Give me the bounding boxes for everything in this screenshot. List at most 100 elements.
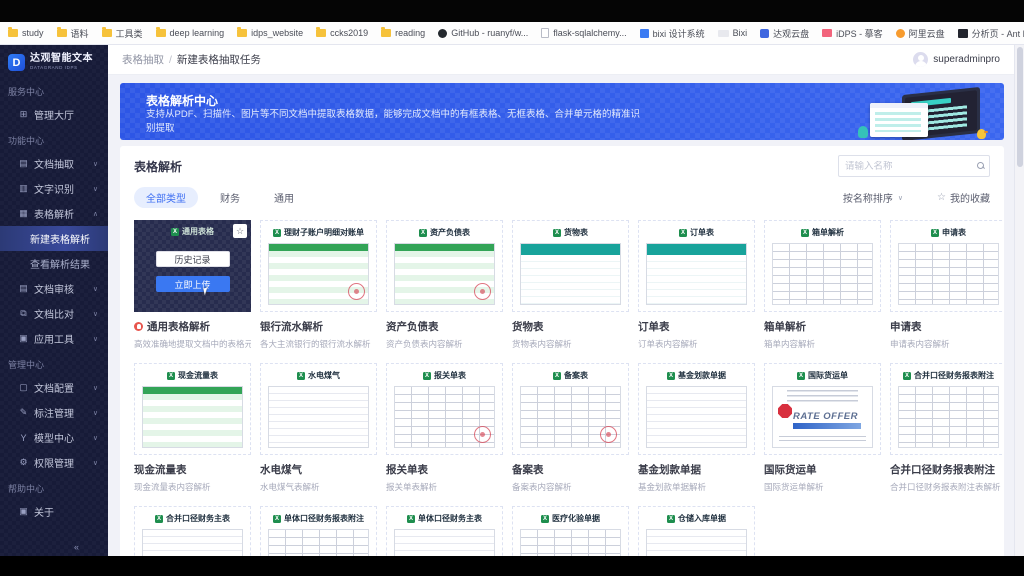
- bookmark-item[interactable]: 达观云盘: [760, 27, 809, 40]
- bookmark-item[interactable]: 工具类: [102, 27, 143, 40]
- thumbnail-header: X箱单解析: [801, 227, 844, 238]
- card-name: 订单表: [638, 319, 670, 334]
- mini-table: [646, 529, 747, 556]
- bookmark-item[interactable]: 语料: [57, 27, 89, 40]
- bookmark-item[interactable]: ccks2019: [316, 28, 368, 38]
- search-icon[interactable]: [977, 162, 985, 170]
- table-header-band: [521, 244, 620, 255]
- table-header-band: [647, 244, 746, 255]
- filter-pill-全部类型[interactable]: 全部类型: [134, 187, 198, 208]
- bookmark-item[interactable]: reading: [381, 28, 425, 38]
- template-card[interactable]: X单体口径财务主表: [386, 506, 503, 556]
- excel-icon: X: [903, 372, 911, 380]
- thumbnail-title: 单体口径财务报表附注: [284, 513, 364, 524]
- template-card[interactable]: X订单表订单表订单表内容解析: [638, 220, 755, 350]
- sidebar-item-文字识别[interactable]: ▥文字识别∨: [0, 176, 108, 201]
- card-thumbnail: X报关单表: [386, 363, 503, 455]
- excel-icon: X: [553, 229, 561, 237]
- sidebar-item-文档抽取[interactable]: ▤文档抽取∨: [0, 151, 108, 176]
- template-card[interactable]: X医疗化验单据: [512, 506, 629, 556]
- thumbnail-header: X合并口径财务主表: [155, 513, 230, 524]
- sidebar-item-关于[interactable]: ▣关于: [0, 499, 108, 524]
- template-card[interactable]: X备案表备案表备案表内容解析: [512, 363, 629, 493]
- annotate-icon: ✎: [18, 407, 29, 418]
- chevron-down-icon: ∨: [93, 434, 102, 442]
- card-thumbnail: X单体口径财务报表附注: [260, 506, 377, 556]
- sidebar-item-label: 文档抽取: [34, 156, 88, 171]
- template-card[interactable]: X合并口径财务报表附注合并口径财务报表附注合并口径财务报表附注表解析: [890, 363, 1004, 493]
- bookmark-item[interactable]: flask-sqlalchemy...: [541, 28, 626, 38]
- blue2-icon: [760, 29, 769, 38]
- bookmark-item[interactable]: deep learning: [156, 28, 225, 38]
- breadcrumb-parent[interactable]: 表格抽取: [122, 52, 164, 67]
- sidebar-item-模型中心[interactable]: Y模型中心∨: [0, 425, 108, 450]
- bookmark-item[interactable]: GitHub - ruanyf/w...: [438, 28, 528, 38]
- chevron-down-icon: ∨: [93, 459, 102, 467]
- template-card[interactable]: X现金流量表现金流量表现金流量表内容解析: [134, 363, 251, 493]
- template-card[interactable]: X水电煤气水电煤气水电煤气表解析: [260, 363, 377, 493]
- template-card[interactable]: X货物表货物表货物表内容解析: [512, 220, 629, 350]
- bookmark-item[interactable]: idps_website: [237, 28, 303, 38]
- sidebar-item-管理大厅[interactable]: ⊞管理大厅: [0, 102, 108, 127]
- favorite-star-button[interactable]: ☆: [233, 224, 247, 238]
- upload-button[interactable]: 立即上传: [156, 276, 230, 292]
- chevron-down-icon: ∨: [93, 285, 102, 293]
- thumbnail-header: X理财子账户明细对账单: [273, 227, 364, 238]
- template-card[interactable]: X基金划款单据基金划款单据基金划款单据解析: [638, 363, 755, 493]
- thumbnail-header: X水电煤气: [297, 370, 340, 381]
- sort-dropdown[interactable]: 按名称排序 ∨: [843, 190, 903, 205]
- template-card[interactable]: X仓储入库单据: [638, 506, 755, 556]
- bookmark-item[interactable]: 分析页 - Ant Desig...: [958, 27, 1024, 40]
- template-card[interactable]: X理财子账户明细对账单银行流水解析各大主流银行的银行流水解析: [260, 220, 377, 350]
- history-button[interactable]: 历史记录: [156, 251, 230, 267]
- sidebar-section-label: 管理中心: [0, 351, 108, 375]
- card-thumbnail: X医疗化验单据: [512, 506, 629, 556]
- table-rows: [647, 387, 746, 447]
- favorites-toggle[interactable]: ☆ 我的收藏: [937, 190, 990, 205]
- sidebar-item-权限管理[interactable]: ⚙权限管理∨: [0, 450, 108, 475]
- red-stamp-icon: [600, 426, 617, 443]
- thumbnail-title: 备案表: [564, 370, 588, 381]
- filter-pill-财务[interactable]: 财务: [208, 187, 252, 208]
- template-card[interactable]: X箱单解析箱单解析箱单内容解析: [764, 220, 881, 350]
- template-card[interactable]: X合并口径财务主表: [134, 506, 251, 556]
- bookmark-item[interactable]: study: [8, 28, 44, 38]
- sidebar-item-文档审核[interactable]: ▤文档审核∨: [0, 276, 108, 301]
- content-header: 表格抽取 / 新建表格抽取任务 superadminpro: [108, 45, 1014, 75]
- filter-pill-通用[interactable]: 通用: [262, 187, 306, 208]
- card-name: 货物表: [512, 319, 544, 334]
- sidebar-subitem-查看解析结果[interactable]: 查看解析结果: [0, 251, 108, 276]
- bookmark-item[interactable]: Bixi: [718, 28, 748, 38]
- card-name: 国际货运单: [764, 462, 817, 477]
- sidebar-item-表格解析[interactable]: ▦表格解析∧: [0, 201, 108, 226]
- hot-icon: [134, 322, 143, 331]
- scrollbar-thumb[interactable]: [1017, 47, 1023, 167]
- bookmark-item[interactable]: 阿里云盘: [896, 27, 945, 40]
- sidebar-item-应用工具[interactable]: ▣应用工具∨: [0, 326, 108, 351]
- sidebar-item-文档比对[interactable]: ⧉文档比对∨: [0, 301, 108, 326]
- page-scrollbar[interactable]: [1014, 45, 1024, 556]
- chevron-up-icon: ∧: [93, 210, 102, 218]
- panel-title: 表格解析: [134, 158, 182, 175]
- bookmark-item[interactable]: iDPS - 摹客: [822, 27, 883, 40]
- template-card[interactable]: X资产负债表资产负债表资产负债表内容解析: [386, 220, 503, 350]
- thumbnail-header: X通用表格: [171, 226, 214, 237]
- sidebar-section-label: 服务中心: [0, 78, 108, 102]
- thumbnail-title: 报关单表: [434, 370, 466, 381]
- bookmark-label: reading: [395, 28, 425, 38]
- template-card[interactable]: X国际货运单RATE OFFER国际货运单国际货运单解析: [764, 363, 881, 493]
- sidebar-collapse-button[interactable]: «: [74, 542, 79, 552]
- sidebar-subitem-新建表格解析[interactable]: 新建表格解析: [0, 226, 108, 251]
- search-input[interactable]: [845, 161, 977, 172]
- sidebar-item-文档配置[interactable]: ▢文档配置∨: [0, 375, 108, 400]
- template-card[interactable]: X单体口径财务报表附注: [260, 506, 377, 556]
- template-card[interactable]: X申请表申请表申请表内容解析: [890, 220, 1004, 350]
- about-icon: ▣: [18, 506, 29, 517]
- template-card[interactable]: X通用表格历史记录立即上传☆通用表格解析高效准确地提取文档中的表格元素: [134, 220, 251, 350]
- user-menu[interactable]: superadminpro: [913, 52, 1000, 67]
- template-card[interactable]: X报关单表报关单表报关单表解析: [386, 363, 503, 493]
- bookmark-item[interactable]: bixi 设计系统: [640, 27, 705, 40]
- card-name: 箱单解析: [764, 319, 806, 334]
- card-name-row: 合并口径财务报表附注: [890, 462, 1004, 477]
- sidebar-item-标注管理[interactable]: ✎标注管理∨: [0, 400, 108, 425]
